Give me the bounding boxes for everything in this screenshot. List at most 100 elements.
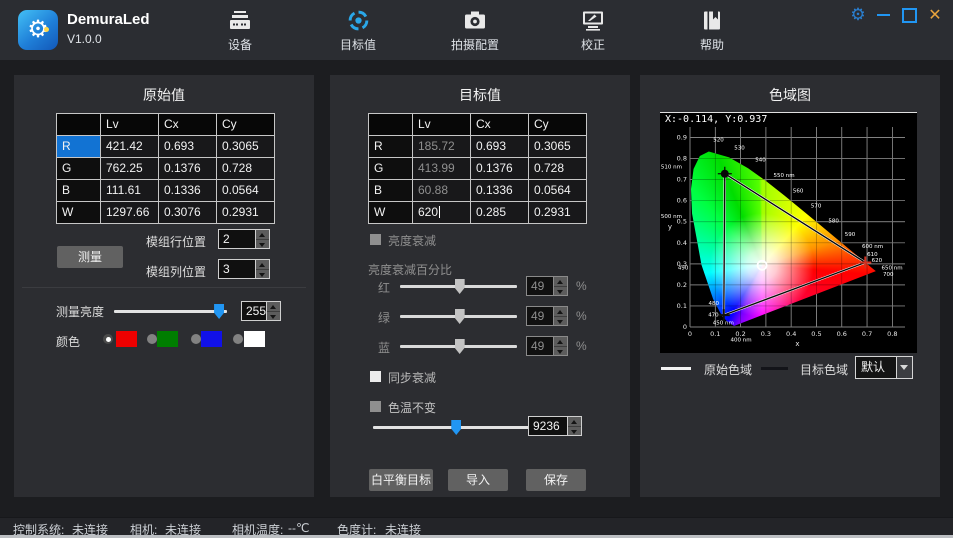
row-label-g[interactable]: G	[57, 158, 100, 179]
close-button[interactable]: ✕	[924, 4, 946, 26]
nav-capture-config[interactable]: 拍摄配置	[451, 8, 499, 53]
minimize-button[interactable]	[872, 4, 894, 26]
cell-w-cx[interactable]: 0.3076	[159, 202, 216, 223]
nav-help[interactable]: 帮助	[700, 8, 724, 53]
brightness-slider-handle[interactable]	[214, 304, 224, 319]
brightness-slider-track[interactable]	[114, 310, 227, 313]
green-attenuation-spinner[interactable]: 49	[526, 306, 568, 326]
measure-button[interactable]: 测量	[57, 246, 123, 268]
blue-slider-handle[interactable]	[455, 339, 465, 354]
nav-calibration[interactable]: 校正	[581, 8, 605, 53]
white-balance-target-button[interactable]: 白平衡目标	[369, 469, 433, 491]
color-radio-blue[interactable]	[191, 334, 201, 344]
blue-attenuation-value[interactable]: 49	[527, 337, 553, 355]
panel-title-gamut: 色域图	[640, 85, 940, 105]
chevron-down-icon	[900, 365, 908, 370]
dropdown-arrow-button[interactable]	[896, 357, 912, 378]
nav-device[interactable]: 设备	[228, 8, 252, 53]
cell-g-cy[interactable]: 0.728	[217, 158, 274, 179]
color-radio-green[interactable]	[147, 334, 157, 344]
cell-b-cx[interactable]: 0.1336	[159, 180, 216, 201]
cell-r-lv[interactable]: 185.72	[413, 136, 470, 157]
module-col-spin-buttons[interactable]	[255, 260, 269, 278]
svg-text:600 nm: 600 nm	[862, 244, 883, 250]
module-col-spinner[interactable]: 3	[218, 259, 270, 279]
cell-g-lv[interactable]: 413.99	[413, 158, 470, 179]
row-label-b[interactable]: B	[369, 180, 412, 201]
maximize-button[interactable]	[898, 4, 920, 26]
svg-text:530: 530	[734, 146, 745, 152]
device-icon	[228, 8, 252, 32]
color-temp-spinner[interactable]: 9236	[528, 416, 582, 436]
nav-target-value[interactable]: 目标值	[340, 8, 376, 53]
save-button[interactable]: 保存	[526, 469, 586, 491]
cell-w-cy[interactable]: 0.2931	[217, 202, 274, 223]
cell-b-lv[interactable]: 60.88	[413, 180, 470, 201]
cell-w-lv[interactable]: 1297.66	[101, 202, 158, 223]
brightness-spinner[interactable]: 255	[241, 301, 281, 321]
cell-g-cx[interactable]: 0.1376	[471, 158, 528, 179]
cell-g-cx[interactable]: 0.1376	[159, 158, 216, 179]
cell-b-cy[interactable]: 0.0564	[217, 180, 274, 201]
green-unit-label: %	[576, 309, 587, 323]
green-swatch	[157, 331, 178, 347]
measure-brightness-label: 测量亮度	[56, 303, 104, 320]
blue-attenuation-spinner[interactable]: 49	[526, 336, 568, 356]
col-header-cx: Cx	[471, 114, 528, 135]
color-temp-spin-buttons[interactable]	[567, 417, 581, 435]
module-row-value[interactable]: 2	[219, 230, 255, 248]
cell-r-cx[interactable]: 0.693	[159, 136, 216, 157]
module-row-spinner[interactable]: 2	[218, 229, 270, 249]
cell-w-cy[interactable]: 0.2931	[529, 202, 586, 223]
cell-r-cx[interactable]: 0.693	[471, 136, 528, 157]
cell-b-cx[interactable]: 0.1336	[471, 180, 528, 201]
close-icon: ✕	[928, 5, 941, 25]
module-row-spin-buttons[interactable]	[255, 230, 269, 248]
module-col-value[interactable]: 3	[219, 260, 255, 278]
green-attenuation-value[interactable]: 49	[527, 307, 553, 325]
color-radio-red[interactable]	[103, 334, 113, 344]
brightness-value[interactable]: 255	[242, 302, 266, 320]
cell-g-lv[interactable]: 762.25	[101, 158, 158, 179]
cie-chart-plot[interactable]: X:-0.114, Y:0.937 00.10.20.30.40.50.60.7…	[660, 112, 917, 353]
gamut-preset-dropdown[interactable]: 默认	[855, 356, 913, 379]
import-button[interactable]: 导入	[448, 469, 508, 491]
cell-w-lv-editing[interactable]: 620	[413, 202, 470, 223]
green-slider-handle[interactable]	[455, 309, 465, 324]
color-radio-white[interactable]	[233, 334, 243, 344]
blue-spin-buttons[interactable]	[553, 337, 567, 355]
svg-text:0.9: 0.9	[677, 134, 687, 142]
settings-gear-button[interactable]: ⚙	[847, 4, 869, 26]
cell-g-cy[interactable]: 0.728	[529, 158, 586, 179]
col-header-lv: Lv	[413, 114, 470, 135]
row-label-w[interactable]: W	[57, 202, 100, 223]
color-temp-checkbox[interactable]	[370, 401, 381, 412]
gear-icon: ⚙	[850, 5, 865, 25]
cell-r-cy[interactable]: 0.3065	[529, 136, 586, 157]
red-attenuation-spinner[interactable]: 49	[526, 276, 568, 296]
color-temp-value[interactable]: 9236	[529, 417, 567, 435]
svg-text:0.2: 0.2	[677, 281, 687, 289]
brightness-spin-buttons[interactable]	[266, 302, 280, 320]
color-temp-slider-handle[interactable]	[451, 420, 461, 435]
row-label-b[interactable]: B	[57, 180, 100, 201]
nav-label-help: 帮助	[700, 36, 724, 53]
cell-b-cy[interactable]: 0.0564	[529, 180, 586, 201]
cell-b-lv[interactable]: 111.61	[101, 180, 158, 201]
row-label-r[interactable]: R	[57, 136, 100, 157]
cell-r-lv[interactable]: 421.42	[101, 136, 158, 157]
row-label-r[interactable]: R	[369, 136, 412, 157]
svg-text:0: 0	[688, 330, 692, 338]
cell-w-cx[interactable]: 0.285	[471, 202, 528, 223]
brightness-attenuation-checkbox[interactable]	[370, 234, 381, 245]
red-attenuation-value[interactable]: 49	[527, 277, 553, 295]
cell-r-cy[interactable]: 0.3065	[217, 136, 274, 157]
row-label-w[interactable]: W	[369, 202, 412, 223]
row-label-g[interactable]: G	[369, 158, 412, 179]
svg-text:0.4: 0.4	[786, 330, 796, 338]
svg-text:570: 570	[811, 203, 822, 209]
green-spin-buttons[interactable]	[553, 307, 567, 325]
sync-attenuation-checkbox[interactable]	[370, 371, 381, 382]
red-spin-buttons[interactable]	[553, 277, 567, 295]
red-slider-handle[interactable]	[455, 279, 465, 294]
